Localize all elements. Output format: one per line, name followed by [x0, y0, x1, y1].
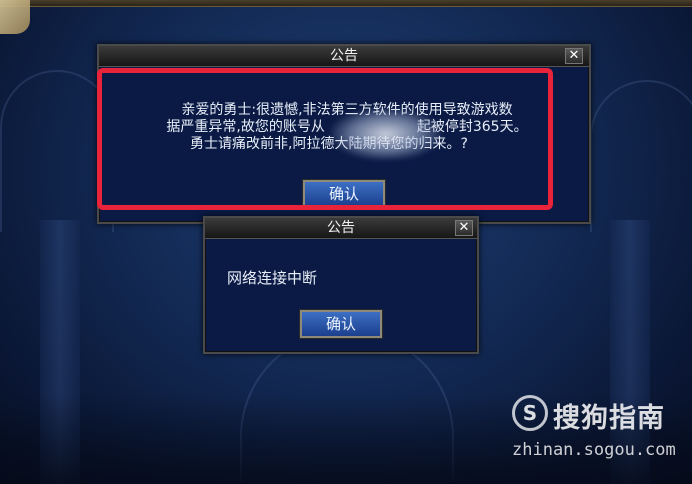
watermark-url: zhinan.sogou.com — [512, 440, 676, 460]
notice-dialog-secondary-titlebar: 公告 — [205, 218, 477, 239]
close-icon[interactable]: ✕ — [565, 48, 583, 64]
notice-dialog-secondary: 公告 ✕ 网络连接中断 确认 — [203, 216, 479, 354]
dialog-title: 公告 — [330, 48, 358, 64]
sogou-logo-icon: S — [512, 395, 548, 431]
network-disconnect-message: 网络连接中断 — [227, 269, 318, 287]
close-icon[interactable]: ✕ — [455, 220, 473, 236]
watermark-brand: 搜狗指南 — [553, 403, 665, 434]
dialog-title: 公告 — [327, 220, 355, 236]
confirm-button[interactable]: 确认 — [300, 310, 382, 338]
notice-dialog-main-titlebar: 公告 — [99, 46, 589, 67]
red-highlight-box — [97, 68, 553, 210]
background-arch-right — [590, 80, 692, 232]
top-frame-bar — [0, 0, 692, 7]
scroll-ornament-icon — [0, 0, 30, 34]
